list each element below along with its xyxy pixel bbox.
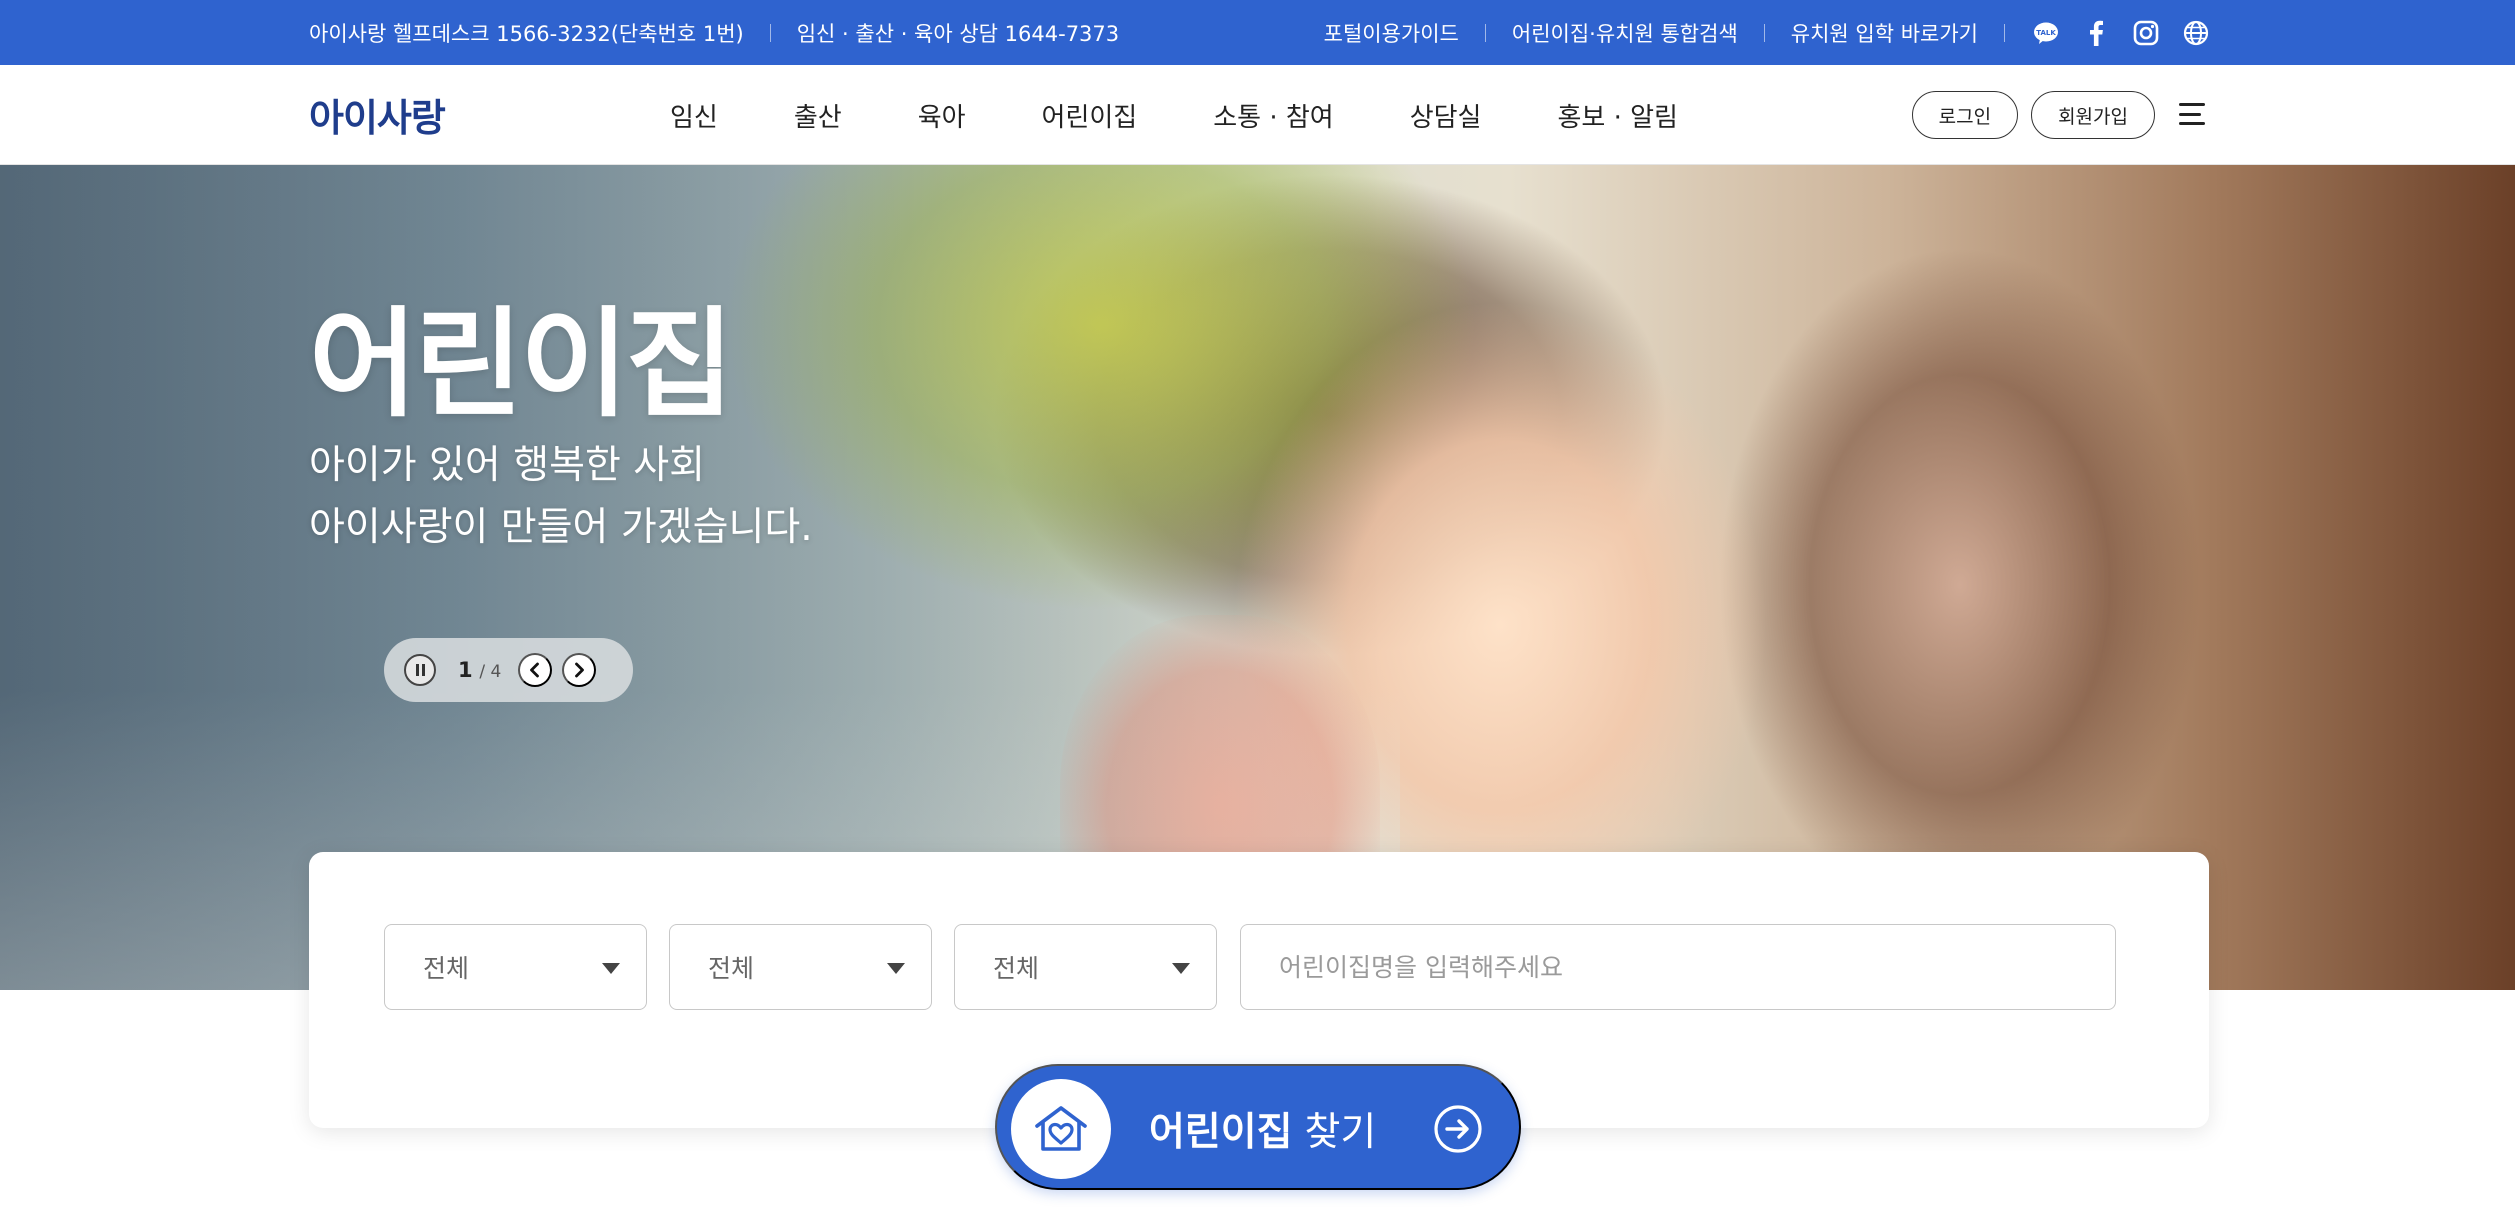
- divider: [1484, 23, 1486, 42]
- kindergarten-admission-link[interactable]: 유치원 입학 바로가기: [1791, 18, 1978, 48]
- select-value: 전체: [993, 954, 1040, 983]
- divider: [1763, 23, 1765, 42]
- region-select-2[interactable]: 전체: [669, 924, 932, 1010]
- instagram-icon[interactable]: [2131, 18, 2161, 48]
- kakaotalk-icon-text: TALK: [2036, 29, 2056, 37]
- site-logo[interactable]: 아이사랑: [309, 87, 446, 142]
- arrow-right-circle-icon: [1433, 1104, 1483, 1154]
- helpdesk-info: 아이사랑 헬프데스크 1566-3232(단축번호 1번) 임신 · 출산 · …: [309, 0, 1119, 65]
- chevron-right-icon[interactable]: [562, 653, 597, 687]
- divider: [769, 23, 771, 42]
- hamburger-menu-icon[interactable]: [2179, 103, 2205, 125]
- top-utility-bar: 아이사랑 헬프데스크 1566-3232(단축번호 1번) 임신 · 출산 · …: [0, 0, 2515, 65]
- slide-counter: 1 / 4: [458, 658, 501, 682]
- login-button[interactable]: 로그인: [1911, 91, 2019, 139]
- logo-text: 아이사랑: [309, 96, 446, 140]
- nav-item-birth[interactable]: 출산: [794, 97, 842, 134]
- helpdesk-phone: 아이사랑 헬프데스크 1566-3232(단축번호 1번): [309, 21, 744, 46]
- daycare-name-input[interactable]: [1240, 924, 2116, 1010]
- select-value: 전체: [423, 954, 470, 983]
- hero-subtitle: 아이가 있어 행복한 사회 아이사랑이 만들어 가겠습니다.: [309, 435, 813, 559]
- select-value: 전체: [708, 954, 755, 983]
- pause-icon[interactable]: [404, 654, 436, 686]
- nav-item-pregnancy[interactable]: 임신: [670, 97, 718, 134]
- region-select-1[interactable]: 전체: [384, 924, 647, 1010]
- portal-guide-link[interactable]: 포털이용가이드: [1324, 18, 1459, 48]
- main-nav: 임신 출산 육아 어린이집 소통 · 참여 상담실 홍보 · 알림: [670, 65, 1754, 165]
- hero-subtitle-line1: 아이가 있어 행복한 사회: [309, 443, 705, 488]
- caret-down-icon: [1172, 963, 1190, 974]
- find-button-label: 어린이집 찾기: [1149, 1066, 1376, 1192]
- type-select[interactable]: 전체: [954, 924, 1217, 1010]
- auth-buttons: 로그인 회원가입: [1911, 91, 2155, 139]
- house-heart-icon: [1011, 1079, 1111, 1179]
- utility-links: 포털이용가이드 어린이집·유치원 통합검색 유치원 입학 바로가기 TALK: [1324, 0, 2211, 65]
- nav-item-daycare[interactable]: 어린이집: [1042, 97, 1138, 134]
- facebook-icon[interactable]: [2081, 18, 2111, 48]
- nav-item-community[interactable]: 소통 · 참여: [1213, 97, 1333, 134]
- integrated-search-link[interactable]: 어린이집·유치원 통합검색: [1512, 18, 1738, 48]
- find-daycare-button[interactable]: 어린이집 찾기: [995, 1064, 1521, 1190]
- find-button-label-bold: 어린이집: [1149, 1111, 1293, 1154]
- find-button-label-rest: 찾기: [1304, 1111, 1377, 1154]
- slider-controls: 1 / 4: [384, 638, 633, 702]
- caret-down-icon: [887, 963, 905, 974]
- hero-subtitle-line2: 아이사랑이 만들어 가겠습니다.: [309, 505, 813, 550]
- slide-total: / 4: [479, 662, 502, 682]
- signup-button[interactable]: 회원가입: [2031, 91, 2155, 139]
- consult-phone: 임신 · 출산 · 육아 상담 1644-7373: [796, 21, 1120, 46]
- main-header: 아이사랑 임신 출산 육아 어린이집 소통 · 참여 상담실 홍보 · 알림 로…: [0, 65, 2515, 165]
- chevron-left-icon[interactable]: [518, 653, 553, 687]
- slide-arrows: [518, 653, 597, 687]
- nav-item-parenting[interactable]: 육아: [918, 97, 966, 134]
- globe-icon[interactable]: [2181, 18, 2211, 48]
- divider: [2004, 23, 2005, 42]
- kakaotalk-icon[interactable]: TALK: [2031, 18, 2061, 48]
- menu-line: [2179, 103, 2205, 106]
- nav-item-counseling[interactable]: 상담실: [1410, 97, 1482, 134]
- menu-line: [2179, 112, 2201, 116]
- caret-down-icon: [602, 963, 620, 974]
- nav-item-notice[interactable]: 홍보 · 알림: [1557, 97, 1677, 134]
- slide-current: 1: [458, 658, 473, 682]
- hero-title: 어린이집: [309, 295, 734, 433]
- menu-line: [2179, 122, 2205, 125]
- social-links: TALK: [2031, 18, 2211, 48]
